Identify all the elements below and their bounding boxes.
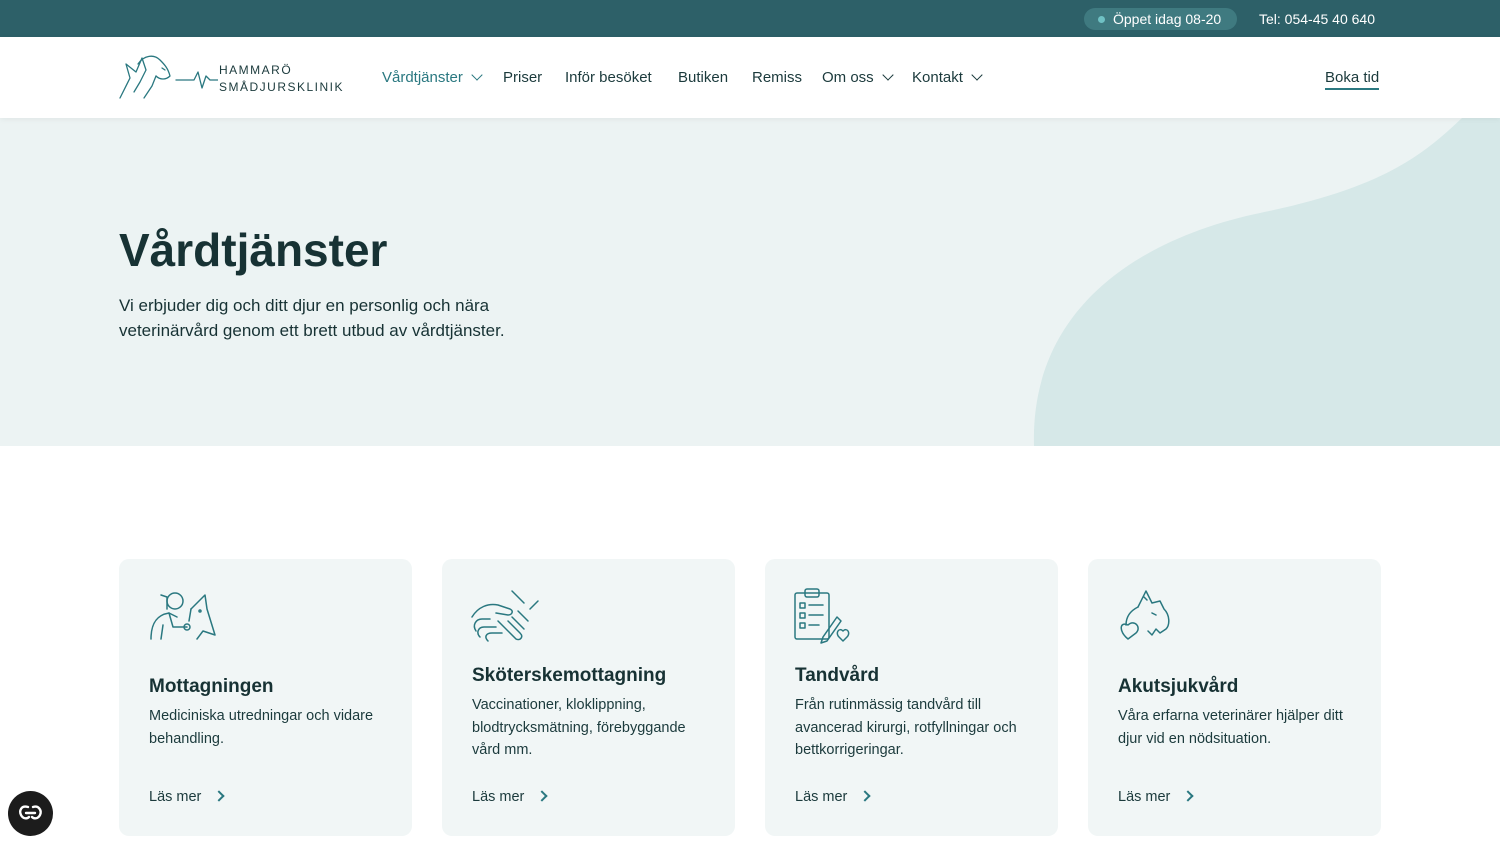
card-title: Akutsjukvård <box>1118 676 1239 697</box>
site-header: HAMMARÖ SMÅDJURSKLINIK Vårdtjänster Pris… <box>0 37 1500 118</box>
chevron-down-icon <box>971 69 983 81</box>
logo-text-line1: HAMMARÖ <box>219 63 293 77</box>
dog-cat-logo-icon <box>119 55 218 99</box>
card-description: Vaccinationer, kloklippning, blodtrycksm… <box>472 697 686 758</box>
read-more-link[interactable]: Läs mer <box>149 787 226 807</box>
nav-item-priser[interactable]: Priser <box>503 68 542 88</box>
nav-item-om-oss[interactable]: Om oss <box>822 68 894 88</box>
chevron-right-icon <box>1182 790 1195 802</box>
chevron-right-icon <box>213 790 226 802</box>
nav-item-vardtjanster[interactable]: Vårdtjänster <box>382 68 483 88</box>
book-appointment-link[interactable]: Boka tid <box>1325 68 1380 90</box>
service-card-akutsjukvard[interactable]: Akutsjukvård Våra erfarna veterinärer hj… <box>1088 559 1381 836</box>
nav-item-infor-besoket[interactable]: Inför besöket <box>565 68 652 88</box>
service-card-mottagningen[interactable]: Mottagningen Mediciniska utredningar och… <box>119 559 412 836</box>
caring-hands-icon <box>471 590 539 642</box>
service-card-skoterskemottagning[interactable]: Sköterskemottagning Vaccinationer, klokl… <box>442 559 735 836</box>
card-description: Våra erfarna veterinärer hjälper ditt dj… <box>1118 708 1343 747</box>
card-description: Mediciniska utredningar och vidare behan… <box>149 708 374 747</box>
clinic-logo[interactable]: HAMMARÖ SMÅDJURSKLINIK <box>118 52 343 102</box>
chevron-down-icon <box>882 69 894 81</box>
decorative-wave-shape <box>1033 118 1500 446</box>
chevron-right-icon <box>536 790 549 802</box>
nav-item-remiss[interactable]: Remiss <box>752 68 802 88</box>
card-title: Tandvård <box>795 665 880 686</box>
status-dot-icon <box>1098 16 1105 23</box>
chevron-right-icon <box>859 790 872 802</box>
nav-item-kontakt[interactable]: Kontakt <box>912 68 983 88</box>
cookie-consent-button[interactable] <box>8 791 53 836</box>
checklist-clipboard-icon <box>794 588 850 644</box>
service-card-tandvard[interactable]: Tandvård Från rutinmässig tandvård till … <box>765 559 1058 836</box>
cat-heart-icon <box>1120 590 1170 640</box>
hero-description: Vi erbjuder dig och ditt djur en personl… <box>119 296 505 340</box>
phone-link[interactable]: Tel: 054-45 40 640 <box>1259 10 1375 28</box>
chevron-down-icon <box>471 69 483 81</box>
opening-hours-text: Öppet idag 08-20 <box>1113 11 1222 27</box>
top-info-bar: Öppet idag 08-20 Tel: 054-45 40 640 <box>0 0 1500 37</box>
cookie-consent-icon <box>19 805 42 820</box>
hero-section: Vårdtjänster Vi erbjuder dig och ditt dj… <box>0 118 1500 446</box>
vet-stethoscope-dog-icon <box>150 592 216 640</box>
read-more-link[interactable]: Läs mer <box>472 787 549 807</box>
card-description: Från rutinmässig tandvård till avancerad… <box>795 697 1017 758</box>
card-title: Mottagningen <box>149 676 274 697</box>
page-title: Vårdtjänster <box>119 224 388 276</box>
nav-item-butiken[interactable]: Butiken <box>678 68 728 88</box>
opening-hours-badge: Öppet idag 08-20 <box>1084 8 1237 30</box>
read-more-link[interactable]: Läs mer <box>795 787 872 807</box>
logo-text-line2: SMÅDJURSKLINIK <box>219 80 345 94</box>
card-title: Sköterskemottagning <box>472 665 667 686</box>
read-more-link[interactable]: Läs mer <box>1118 787 1195 807</box>
